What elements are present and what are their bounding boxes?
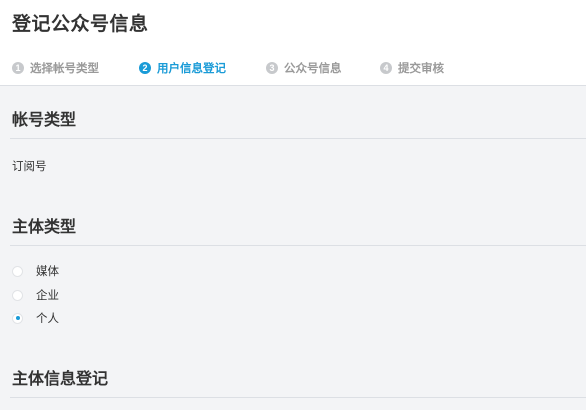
step-number: 3 <box>266 62 278 74</box>
section-title-subject-info: 主体信息登记 <box>12 369 109 388</box>
step-2: 2 用户信息登记 <box>139 58 226 78</box>
step-number: 1 <box>12 62 24 74</box>
account-type-value: 订阅号 <box>12 159 47 173</box>
step-4: 4 提交审核 <box>380 58 444 78</box>
step-label: 用户信息登记 <box>157 61 226 75</box>
step-indicator: 1 选择帐号类型 2 用户信息登记 3 公众号信息 4 提交审核 <box>0 58 586 78</box>
page: 登记公众号信息 1 选择帐号类型 2 用户信息登记 3 公众号信息 4 提交审核… <box>0 0 586 410</box>
radio-option-media[interactable]: 媒体 <box>12 263 59 279</box>
step-label: 选择帐号类型 <box>30 61 99 75</box>
step-1: 1 选择帐号类型 <box>12 58 99 78</box>
radio-button[interactable] <box>12 265 23 277</box>
step-number: 4 <box>380 62 392 74</box>
radio-button[interactable] <box>12 289 23 301</box>
step-number: 2 <box>139 62 151 74</box>
section-title-account-type: 帐号类型 <box>12 110 77 129</box>
page-title: 登记公众号信息 <box>12 13 149 35</box>
radio-option-enterprise[interactable]: 企业 <box>12 287 59 303</box>
radio-option-individual[interactable]: 个人 <box>12 310 59 326</box>
radio-label: 企业 <box>36 288 59 302</box>
form-content: 帐号类型 订阅号 主体类型 媒体 企业 个人 主体信息登记 <box>0 86 586 410</box>
step-label: 提交审核 <box>398 61 444 75</box>
radio-label: 媒体 <box>36 264 59 278</box>
section-title-subject-type: 主体类型 <box>12 217 77 236</box>
header: 登记公众号信息 1 选择帐号类型 2 用户信息登记 3 公众号信息 4 提交审核 <box>0 0 586 86</box>
step-3: 3 公众号信息 <box>266 58 342 78</box>
radio-label: 个人 <box>36 311 59 325</box>
divider <box>10 138 586 139</box>
step-label: 公众号信息 <box>284 61 342 75</box>
divider <box>10 245 586 246</box>
divider <box>10 397 586 398</box>
radio-button-selected[interactable] <box>12 312 23 324</box>
